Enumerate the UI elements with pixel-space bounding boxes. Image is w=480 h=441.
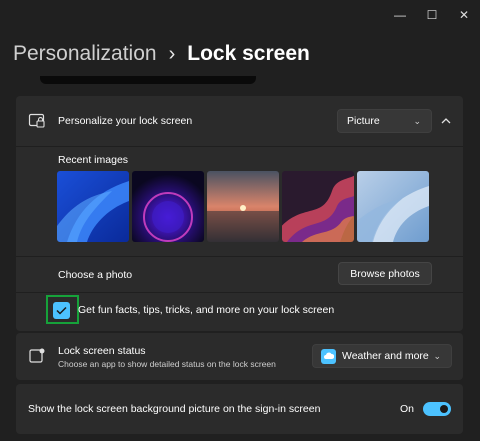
divider [16,146,463,147]
lock-screen-status-card: Lock screen status Choose an app to show… [16,333,463,380]
browse-photos-button[interactable]: Browse photos [338,262,432,285]
chevron-up-icon[interactable] [440,116,452,126]
choose-photo-label: Choose a photo [58,269,133,281]
weather-app-icon [321,348,336,364]
background-type-dropdown[interactable]: Picture ⌄ [337,109,432,133]
status-app-dropdown[interactable]: Weather and more ⌄ [312,344,452,368]
background-type-value: Picture [347,115,380,127]
breadcrumb: Personalization › Lock screen [13,42,310,66]
fun-facts-label: Get fun facts, tips, tricks, and more on… [78,304,335,316]
divider [16,256,463,257]
recent-images-list [57,171,429,242]
toggle-state-label: On [400,403,415,415]
personalize-lock-screen-label: Personalize your lock screen [58,115,193,127]
signin-background-label: Show the lock screen background picture … [28,403,321,415]
signin-background-card: Show the lock screen background picture … [16,384,463,434]
window-controls: — ☐ ✕ [384,0,480,30]
breadcrumb-personalization[interactable]: Personalization [13,42,157,66]
fun-facts-checkbox[interactable] [53,302,70,319]
minimize-button[interactable]: — [384,0,416,30]
minimize-icon: — [394,8,406,22]
close-icon: ✕ [458,8,470,22]
recent-image-light-blue[interactable] [357,171,429,242]
maximize-icon: ☐ [426,8,438,22]
recent-image-ribbon-swirl[interactable] [282,171,354,242]
page-title: Lock screen [187,42,310,65]
chevron-down-icon: ⌄ [433,350,441,361]
status-app-value: Weather and more [342,350,429,362]
lock-screen-icon [28,113,45,128]
toggle-knob [440,405,448,413]
lock-screen-status-description: Choose an app to show detailed status on… [58,359,276,369]
checkmark-icon [56,306,67,315]
recent-image-glow-purple[interactable] [132,171,204,242]
personalize-lock-screen-header[interactable]: Personalize your lock screen Picture ⌄ [16,96,463,146]
divider [16,292,463,293]
personalize-lock-screen-card: Personalize your lock screen Picture ⌄ R… [16,96,463,331]
breadcrumb-separator-icon: › [168,42,176,65]
recent-image-bloom-blue[interactable] [57,171,129,242]
maximize-button[interactable]: ☐ [416,0,448,30]
chevron-down-icon: ⌄ [413,115,421,126]
lock-screen-status-label: Lock screen status [58,345,146,357]
recent-images-label: Recent images [58,154,129,166]
lock-screen-preview [40,76,256,84]
status-icon [29,348,45,363]
signin-background-toggle[interactable] [423,402,451,416]
close-button[interactable]: ✕ [448,0,480,30]
recent-image-sunset-lake[interactable] [207,171,279,242]
